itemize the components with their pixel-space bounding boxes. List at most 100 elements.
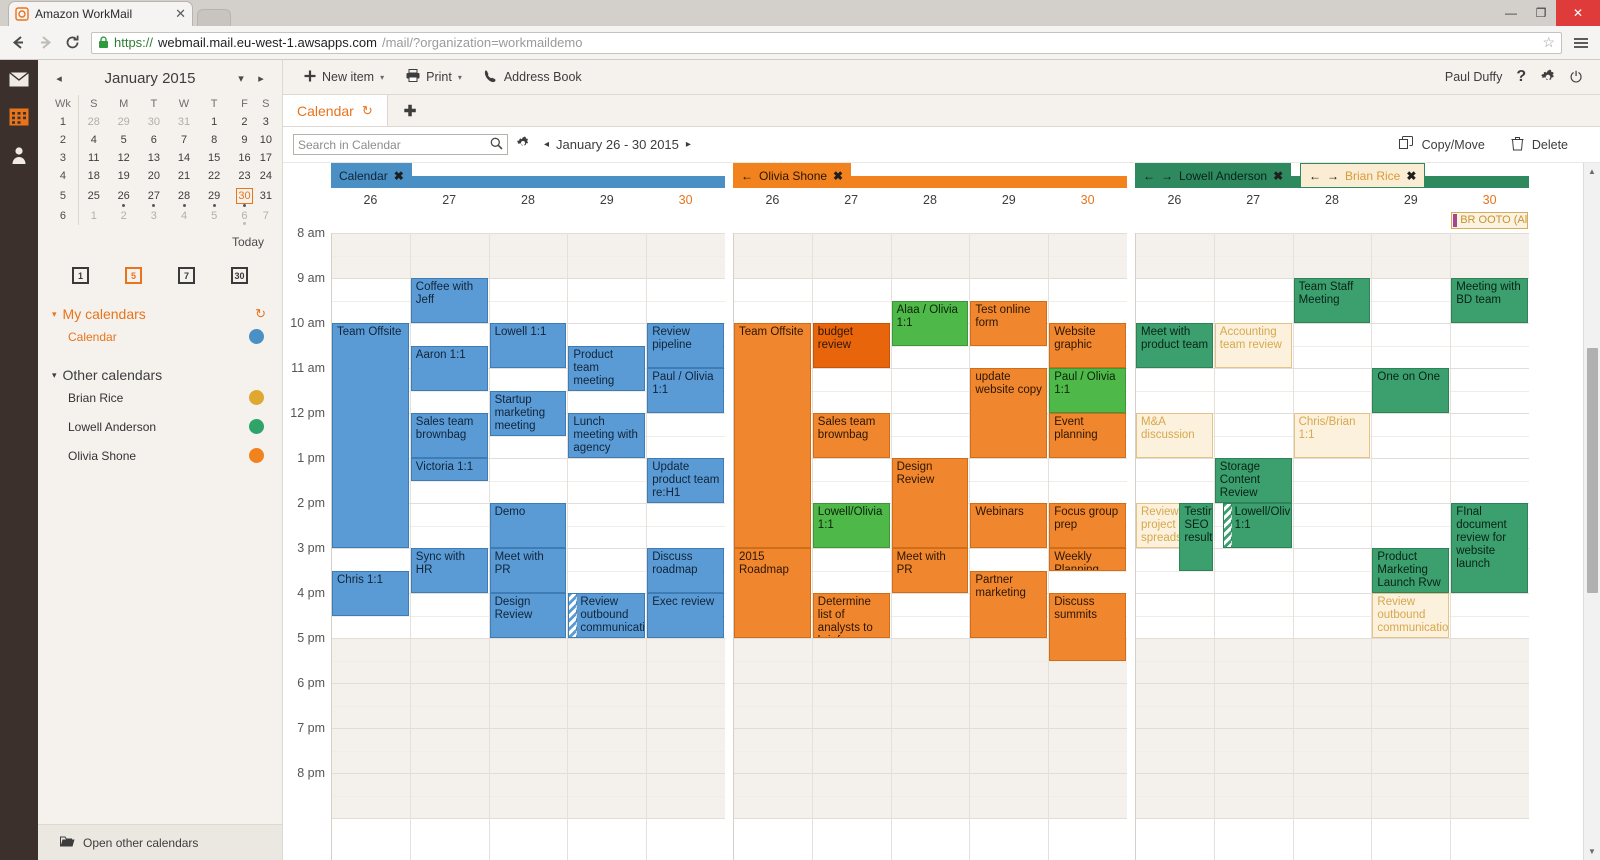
calendar-event[interactable]: Weekly Planning xyxy=(1049,548,1126,571)
calendar-list-item[interactable]: Lowell Anderson xyxy=(52,412,266,441)
day-header[interactable]: 29 xyxy=(969,188,1048,212)
day-header[interactable]: 29 xyxy=(1371,188,1450,212)
mini-prev-month-button[interactable]: ◂ xyxy=(52,72,66,85)
mini-day-cell[interactable]: 24 xyxy=(260,167,272,185)
calendar-event[interactable]: Demo xyxy=(489,503,567,548)
mini-next-month-button[interactable]: ▸ xyxy=(254,72,268,85)
calendar-event[interactable]: Sales team brownbag xyxy=(812,413,890,458)
gear-icon[interactable] xyxy=(1540,69,1556,85)
calendar-event[interactable]: Startup marketing meeting xyxy=(489,390,567,436)
calendar-event[interactable]: Accounting team review xyxy=(1214,323,1292,368)
calendar-event[interactable]: Sales team brownbag xyxy=(410,413,488,458)
reload-icon[interactable] xyxy=(64,34,81,51)
day-header[interactable]: 30 xyxy=(1048,188,1127,212)
calendar-event[interactable]: Webinars xyxy=(970,503,1048,548)
day-header[interactable]: 26 xyxy=(733,188,812,212)
search-settings-gear-icon[interactable] xyxy=(516,136,530,153)
prev-range-button[interactable]: ◂ xyxy=(544,139,549,150)
day-header[interactable]: 28 xyxy=(489,188,568,212)
calendar-event[interactable]: Sync with HR xyxy=(410,548,488,593)
mini-day-cell[interactable]: 7 xyxy=(260,207,272,225)
day-column[interactable] xyxy=(567,233,646,860)
minimize-button[interactable]: — xyxy=(1496,0,1526,26)
calendar-event[interactable]: Chris/Brian 1:1 xyxy=(1293,413,1371,458)
day-header[interactable]: 28 xyxy=(891,188,970,212)
day-header[interactable]: 27 xyxy=(812,188,891,212)
view-week-button[interactable]: 7 xyxy=(178,267,195,284)
contacts-icon[interactable] xyxy=(8,144,30,166)
mini-day-cell[interactable]: 27 xyxy=(139,185,169,207)
copy-move-button[interactable]: Copy/Move xyxy=(1398,135,1485,154)
panel-prev-icon[interactable]: ← xyxy=(1143,169,1155,183)
other-calendars-header[interactable]: ▾ Other calendars xyxy=(52,367,266,383)
calendar-event[interactable]: Design Review xyxy=(891,458,969,548)
view-month-button[interactable]: 30 xyxy=(231,267,248,284)
mini-day-cell[interactable]: 30 xyxy=(229,185,259,207)
calendar-event[interactable]: Alaa / Olivia 1:1 xyxy=(891,300,969,346)
browser-tab[interactable]: Amazon WorkMail ✕ xyxy=(8,1,193,26)
mini-day-cell[interactable]: 31 xyxy=(169,113,199,131)
panel-tab-calendar[interactable]: Calendar ✖ xyxy=(331,163,412,188)
calendar-event[interactable]: Website graphic xyxy=(1049,323,1126,368)
mini-day-cell[interactable]: 6 xyxy=(139,131,169,149)
mini-day-cell[interactable]: 25 xyxy=(77,185,109,207)
mini-day-cell[interactable]: 12 xyxy=(109,149,139,167)
tab-calendar[interactable]: Calendar ↻ xyxy=(283,95,388,126)
mini-day-cell[interactable]: 11 xyxy=(77,149,109,167)
day-column[interactable] xyxy=(1371,233,1450,860)
scroll-down-arrow-icon[interactable]: ▼ xyxy=(1584,843,1600,860)
calendar-event[interactable]: Team Staff Meeting xyxy=(1293,278,1371,323)
my-calendars-header[interactable]: ▾ My calendars ↻ xyxy=(52,306,266,322)
calendar-event[interactable]: Discuss summits xyxy=(1049,593,1126,661)
new-tab-button[interactable] xyxy=(197,9,231,26)
scrollbar-thumb[interactable] xyxy=(1587,348,1598,593)
close-icon[interactable]: ✖ xyxy=(1406,169,1416,183)
all-day-event[interactable]: BR OOTO (All day) xyxy=(1451,212,1528,229)
mini-day-cell[interactable]: 3 xyxy=(260,113,272,131)
user-name[interactable]: Paul Duffy xyxy=(1445,70,1502,84)
open-other-calendars-button[interactable]: Open other calendars xyxy=(38,824,282,860)
mini-day-cell[interactable]: 2 xyxy=(229,113,259,131)
mini-day-cell[interactable]: 2 xyxy=(109,207,139,225)
calendar-event[interactable]: Partner marketing xyxy=(970,570,1048,638)
calendar-event[interactable]: Review pipeline xyxy=(647,323,724,368)
panel-tab-olivia[interactable]: ← Olivia Shone ✖ xyxy=(733,163,852,188)
calendar-event[interactable]: Victoria 1:1 xyxy=(410,458,488,481)
calendar-list-item[interactable]: Brian Rice xyxy=(52,383,266,412)
search-icon[interactable] xyxy=(490,137,503,153)
delete-button[interactable]: Delete xyxy=(1511,136,1568,154)
calendar-event[interactable]: One on One xyxy=(1372,368,1450,413)
calendar-color-swatch[interactable] xyxy=(249,390,264,405)
mini-day-cell[interactable]: 1 xyxy=(199,113,229,131)
calendar-event[interactable]: Paul / Olivia 1:1 xyxy=(647,368,724,413)
day-header[interactable]: 30 xyxy=(1450,188,1529,212)
calendar-event[interactable]: Lowell/Olivia 1:1 xyxy=(812,503,890,548)
mini-month-dropdown[interactable]: ▾ xyxy=(234,72,248,85)
mini-day-cell[interactable]: 13 xyxy=(139,149,169,167)
mini-day-cell[interactable]: 31 xyxy=(260,185,272,207)
mini-day-cell[interactable]: 10 xyxy=(260,131,272,149)
refresh-icon[interactable]: ↻ xyxy=(362,103,373,119)
mini-day-cell[interactable]: 6 xyxy=(229,207,259,225)
day-header[interactable]: 27 xyxy=(410,188,489,212)
mini-day-cell[interactable]: 14 xyxy=(169,149,199,167)
calendar-event[interactable]: update website copy xyxy=(970,368,1048,458)
calendar-event[interactable]: Storage Content Review xyxy=(1214,458,1292,503)
mini-day-cell[interactable]: 7 xyxy=(169,131,199,149)
calendar-event[interactable]: budget review xyxy=(812,323,890,368)
calendar-event[interactable]: Lowell 1:1 xyxy=(489,323,567,368)
address-bar[interactable]: https:// webmail.mail.eu-west-1.awsapps.c… xyxy=(91,31,1562,54)
calendar-event[interactable]: Exec review xyxy=(647,593,724,638)
calendar-list-item[interactable]: Calendar xyxy=(52,322,266,351)
panel-next-icon[interactable]: → xyxy=(1161,169,1173,183)
mini-day-cell[interactable]: 5 xyxy=(199,207,229,225)
mini-day-cell[interactable]: 30 xyxy=(139,113,169,131)
calendar-event[interactable]: Test online form xyxy=(970,300,1048,346)
mail-icon[interactable] xyxy=(8,68,30,90)
view-workweek-button[interactable]: 5 xyxy=(125,267,142,284)
panel-next-icon[interactable]: → xyxy=(1327,169,1339,183)
day-header[interactable]: 29 xyxy=(567,188,646,212)
search-box[interactable] xyxy=(293,134,508,155)
mini-day-cell[interactable]: 5 xyxy=(109,131,139,149)
today-button[interactable]: Today xyxy=(38,225,282,249)
